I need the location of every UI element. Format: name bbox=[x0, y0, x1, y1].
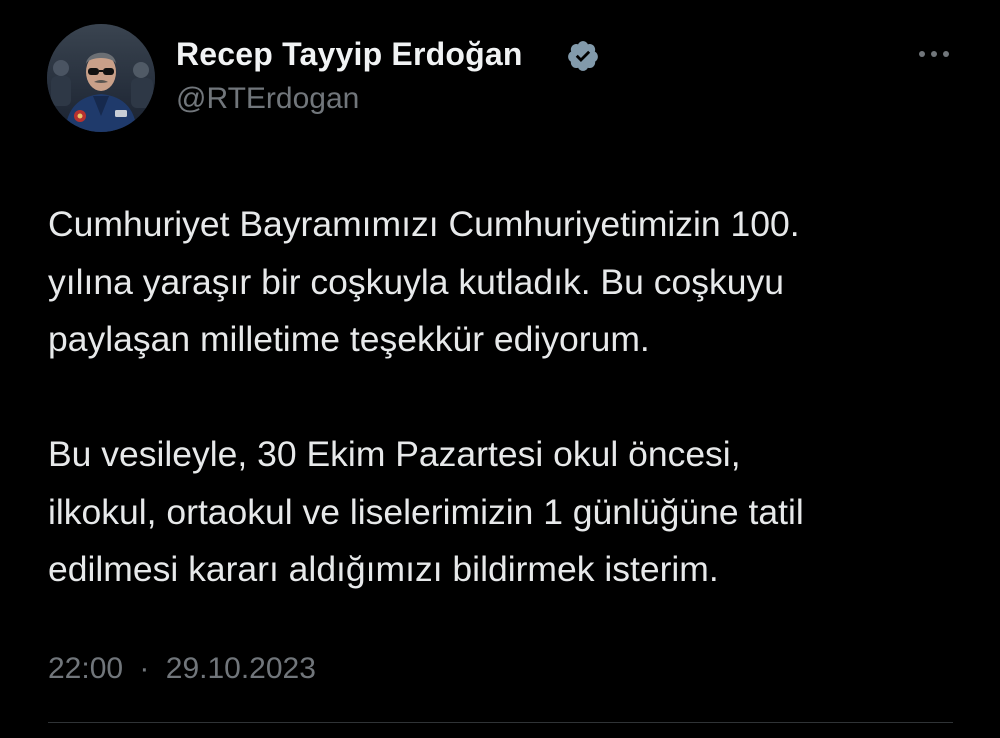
tweet-meta: 22:00 · 29.10.2023 bbox=[48, 649, 316, 689]
tweet-paragraph-1: Cumhuriyet Bayramımızı Cumhuriyetimizin … bbox=[48, 204, 800, 359]
avatar-image bbox=[47, 24, 155, 132]
more-options-icon[interactable] bbox=[912, 40, 956, 68]
verified-badge-icon bbox=[568, 41, 598, 71]
author-handle[interactable]: @RTErdogan bbox=[176, 80, 359, 118]
tweet-paragraph-2: Bu vesileyle, 30 Ekim Pazartesi okul önc… bbox=[48, 434, 804, 589]
divider bbox=[48, 722, 953, 723]
tweet-card: Recep Tayyip Erdoğan @RTErdogan Cumhuriy… bbox=[0, 0, 1000, 738]
author-name[interactable]: Recep Tayyip Erdoğan bbox=[176, 34, 523, 74]
profile-avatar[interactable] bbox=[47, 24, 155, 132]
tweet-date[interactable]: 29.10.2023 bbox=[166, 652, 316, 685]
tweet-body: Cumhuriyet Bayramımızı Cumhuriyetimizin … bbox=[48, 196, 968, 599]
tweet-time[interactable]: 22:00 bbox=[48, 652, 123, 685]
meta-separator: · bbox=[139, 652, 150, 685]
